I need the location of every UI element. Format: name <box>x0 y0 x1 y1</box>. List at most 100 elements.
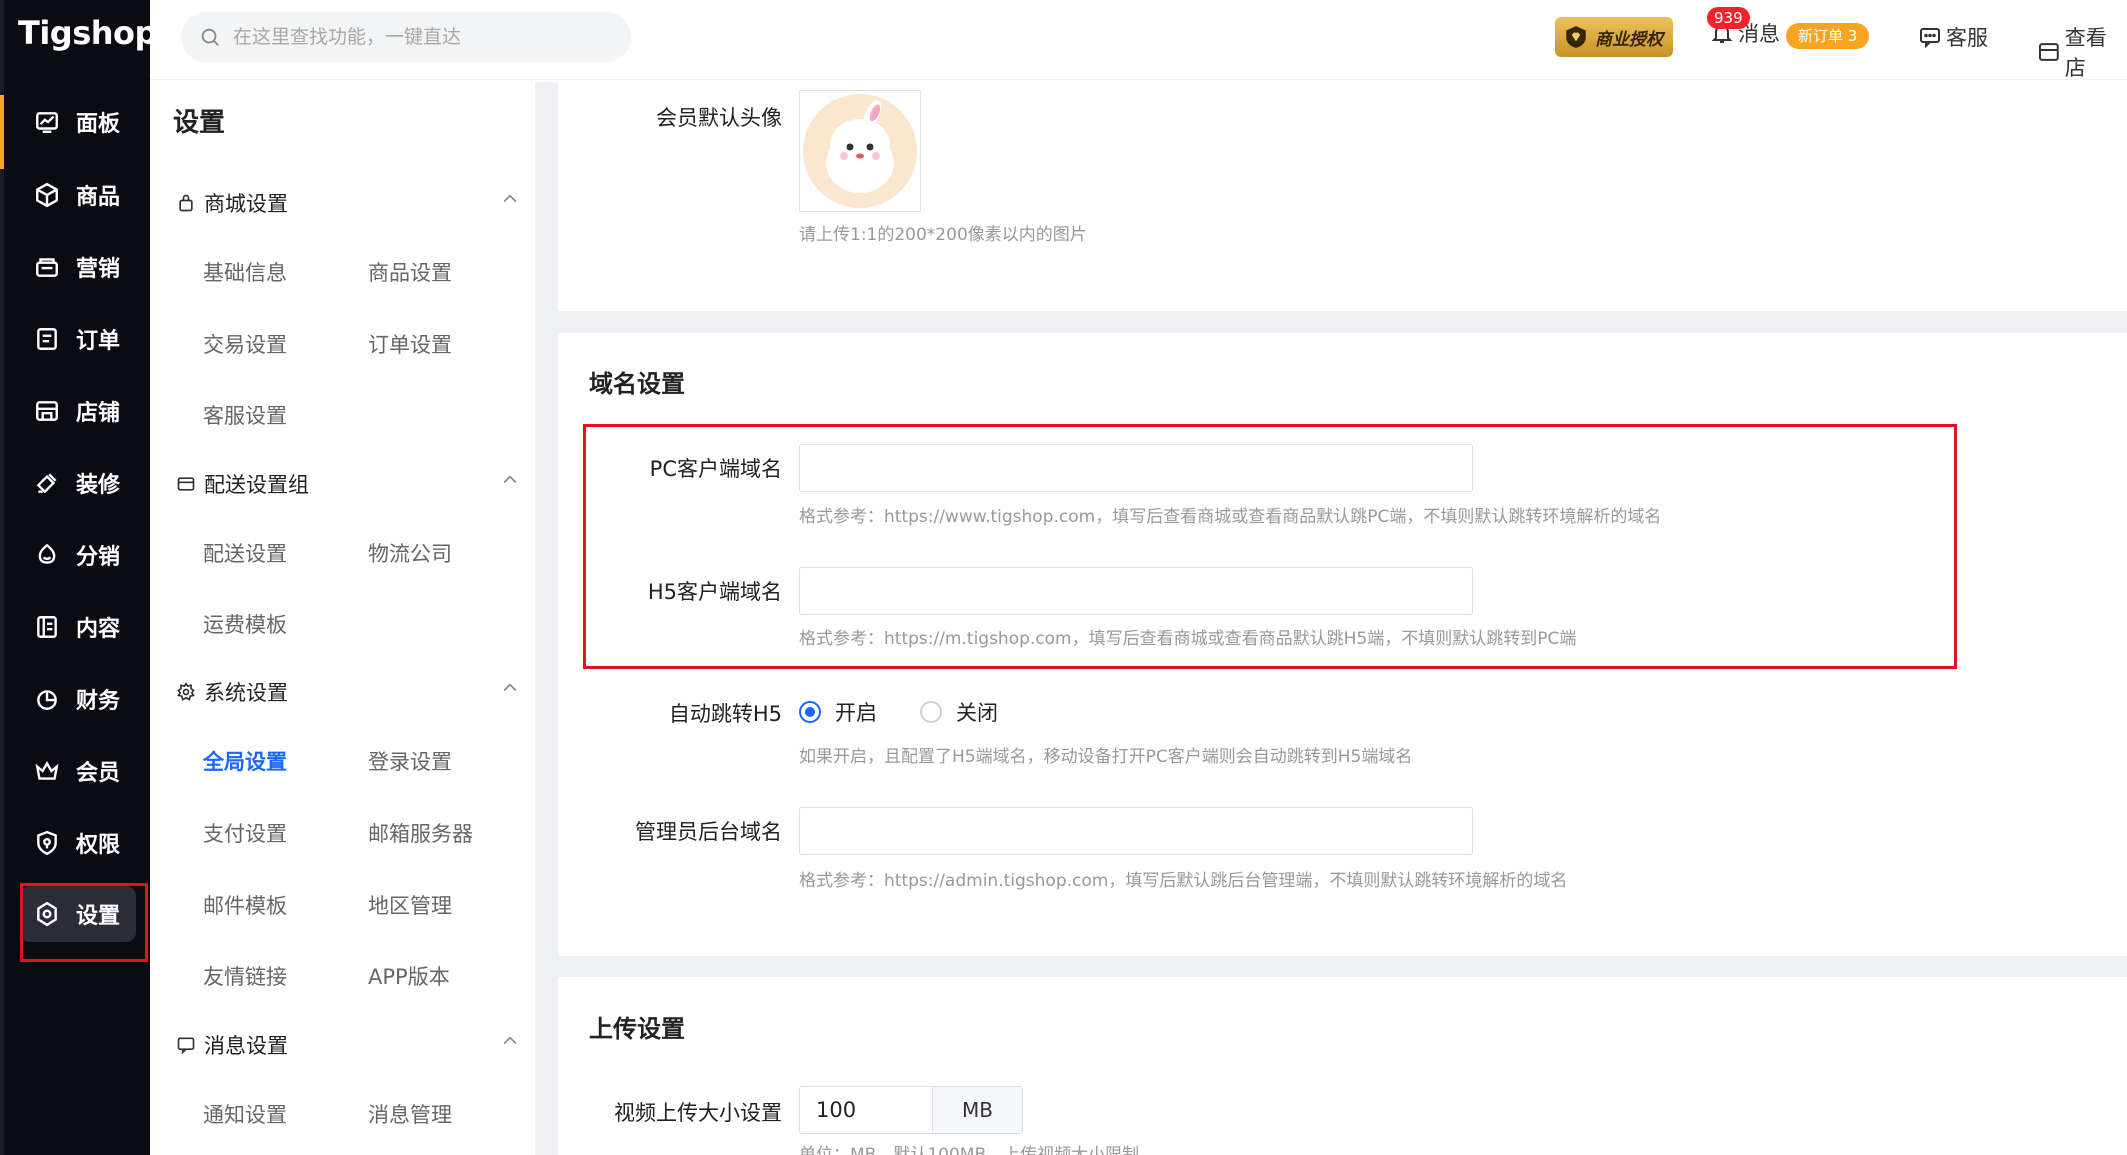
nav-item-finance[interactable]: 财务 <box>20 671 136 727</box>
auto-jump-label: 自动跳转H5 <box>668 702 782 726</box>
nav-item-distribution[interactable]: 分销 <box>20 527 136 583</box>
nav-item-products[interactable]: 商品 <box>20 167 136 223</box>
submenu-item-region-management[interactable]: 地区管理 <box>368 890 452 920</box>
h5-domain-input[interactable] <box>799 567 1473 615</box>
radio-label: 开启 <box>835 701 877 725</box>
share-icon <box>34 542 60 568</box>
nav-label: 营销 <box>76 257 121 282</box>
submenu-item-delivery-settings[interactable]: 配送设置 <box>203 538 287 568</box>
nav-edge <box>0 0 4 1155</box>
radio-label: 关闭 <box>956 701 998 725</box>
settings-highlight-box <box>20 883 148 962</box>
business-license-badge[interactable]: 商业授权 <box>1555 17 1673 57</box>
domain-section-title: 域名设置 <box>589 370 685 398</box>
submenu-item-basic-info[interactable]: 基础信息 <box>203 257 287 287</box>
submenu-item-global-settings[interactable]: 全局设置 <box>203 746 287 776</box>
view-store-label: 查看店 <box>2064 26 2107 80</box>
avatar-hint: 请上传1:1的200*200像素以内的图片 <box>799 225 1087 245</box>
new-order-badge[interactable]: 新订单 3 <box>1786 23 1870 49</box>
submenu-item-friend-links[interactable]: 友情链接 <box>203 961 287 991</box>
submenu-title: 设置 <box>173 108 226 138</box>
box-icon <box>34 182 60 208</box>
video-size-input[interactable] <box>800 1087 932 1133</box>
submenu-item-message-management[interactable]: 消息管理 <box>368 1099 452 1129</box>
nav-label: 分销 <box>76 545 121 570</box>
storefront-icon <box>2038 43 2059 61</box>
submenu-item-order-settings[interactable]: 订单设置 <box>368 329 452 359</box>
crown-icon <box>34 758 60 784</box>
nav-item-orders[interactable]: 订单 <box>20 311 136 367</box>
submenu-item-logistics-company[interactable]: 物流公司 <box>368 538 452 568</box>
chevron-up-icon[interactable] <box>500 678 520 698</box>
shield-icon <box>34 830 60 856</box>
auto-jump-hint: 如果开启，且配置了H5端域名，移动设备打开PC客户端则会自动跳转到H5端域名 <box>799 747 1413 767</box>
auto-jump-on-radio[interactable]: 开启 <box>799 697 877 727</box>
h5-domain-label: H5客户端域名 <box>647 580 782 604</box>
chevron-up-icon[interactable] <box>500 1031 520 1051</box>
submenu-item-notification-settings[interactable]: 通知设置 <box>203 1099 287 1129</box>
nav-label: 权限 <box>76 833 121 858</box>
nav-label: 订单 <box>76 329 121 354</box>
customer-service-label: 客服 <box>1946 26 1988 50</box>
admin-domain-hint: 格式参考：https://admin.tigshop.com，填写后默认跳后台管… <box>799 871 1568 891</box>
dashboard-icon <box>34 109 60 135</box>
delivery-icon <box>176 474 196 494</box>
nav-item-decoration[interactable]: 装修 <box>20 455 136 511</box>
pc-domain-input[interactable] <box>799 444 1473 492</box>
radio-dot <box>799 701 821 723</box>
group-label: 消息设置 <box>204 1034 288 1058</box>
nav-label: 会员 <box>76 761 121 786</box>
submenu-item-login-settings[interactable]: 登录设置 <box>368 746 452 776</box>
submenu-item-trade-settings[interactable]: 交易设置 <box>203 329 287 359</box>
submenu-item-app-version[interactable]: APP版本 <box>368 961 450 991</box>
nav-item-permissions[interactable]: 权限 <box>20 815 136 871</box>
nav-accent-bar <box>0 95 4 169</box>
message-icon <box>176 1035 196 1055</box>
nav-label: 装修 <box>76 473 121 498</box>
video-size-label: 视频上传大小设置 <box>614 1101 782 1125</box>
search-box[interactable] <box>181 12 631 62</box>
group-system-settings[interactable]: 系统设置 <box>176 677 288 707</box>
chevron-up-icon[interactable] <box>500 189 520 209</box>
nav-label: 内容 <box>76 617 121 642</box>
store-icon <box>34 398 60 424</box>
admin-domain-input[interactable] <box>799 807 1473 855</box>
submenu-item-product-settings[interactable]: 商品设置 <box>368 257 452 287</box>
default-avatar-image[interactable] <box>799 90 921 212</box>
auto-jump-off-radio[interactable]: 关闭 <box>920 697 998 727</box>
video-size-input-group: MB <box>799 1086 1023 1134</box>
submenu-separator <box>535 82 558 1155</box>
group-mall-settings[interactable]: 商城设置 <box>176 188 288 218</box>
pc-domain-hint: 格式参考：https://www.tigshop.com，填写后查看商城或查看商… <box>799 507 1662 527</box>
submenu-item-freight-template[interactable]: 运费模板 <box>203 609 287 639</box>
customer-service-button[interactable]: 客服 <box>1918 22 1988 52</box>
view-store-button[interactable]: 查看店 <box>2037 22 2127 82</box>
nav-label: 商品 <box>76 185 121 210</box>
nav-label: 财务 <box>76 689 121 714</box>
diamond-shield-icon <box>1566 26 1586 48</box>
avatar-label: 会员默认头像 <box>656 106 782 130</box>
nav-item-marketing[interactable]: 营销 <box>20 239 136 295</box>
brand-logo[interactable]: Tigshop <box>18 14 157 56</box>
nav-item-store[interactable]: 店铺 <box>20 383 136 439</box>
nav-item-members[interactable]: 会员 <box>20 743 136 799</box>
radio-dot <box>920 701 942 723</box>
submenu-item-payment-settings[interactable]: 支付设置 <box>203 818 287 848</box>
group-delivery-settings[interactable]: 配送设置组 <box>176 469 309 499</box>
nav-item-content[interactable]: 内容 <box>20 599 136 655</box>
nav-label: 面板 <box>76 112 121 137</box>
submenu-item-mail-server[interactable]: 邮箱服务器 <box>368 818 473 848</box>
order-icon <box>34 326 60 352</box>
group-message-settings[interactable]: 消息设置 <box>176 1030 288 1060</box>
upload-settings-card <box>558 977 2127 1155</box>
chat-icon <box>1920 28 1940 49</box>
search-input[interactable] <box>233 26 613 48</box>
system-gear-icon <box>176 682 196 702</box>
message-count-badge: 939 <box>1707 7 1750 29</box>
submenu-item-mail-template[interactable]: 邮件模板 <box>203 890 287 920</box>
submenu-item-service-settings[interactable]: 客服设置 <box>203 400 287 430</box>
paint-icon <box>34 470 60 496</box>
mall-icon <box>176 193 196 213</box>
nav-item-dashboard[interactable]: 面板 <box>20 94 136 150</box>
left-navigation: Tigshop 面板 商品 营销 订单 店铺 装修 分销 内容 财务 会员 权限… <box>0 0 157 1155</box>
